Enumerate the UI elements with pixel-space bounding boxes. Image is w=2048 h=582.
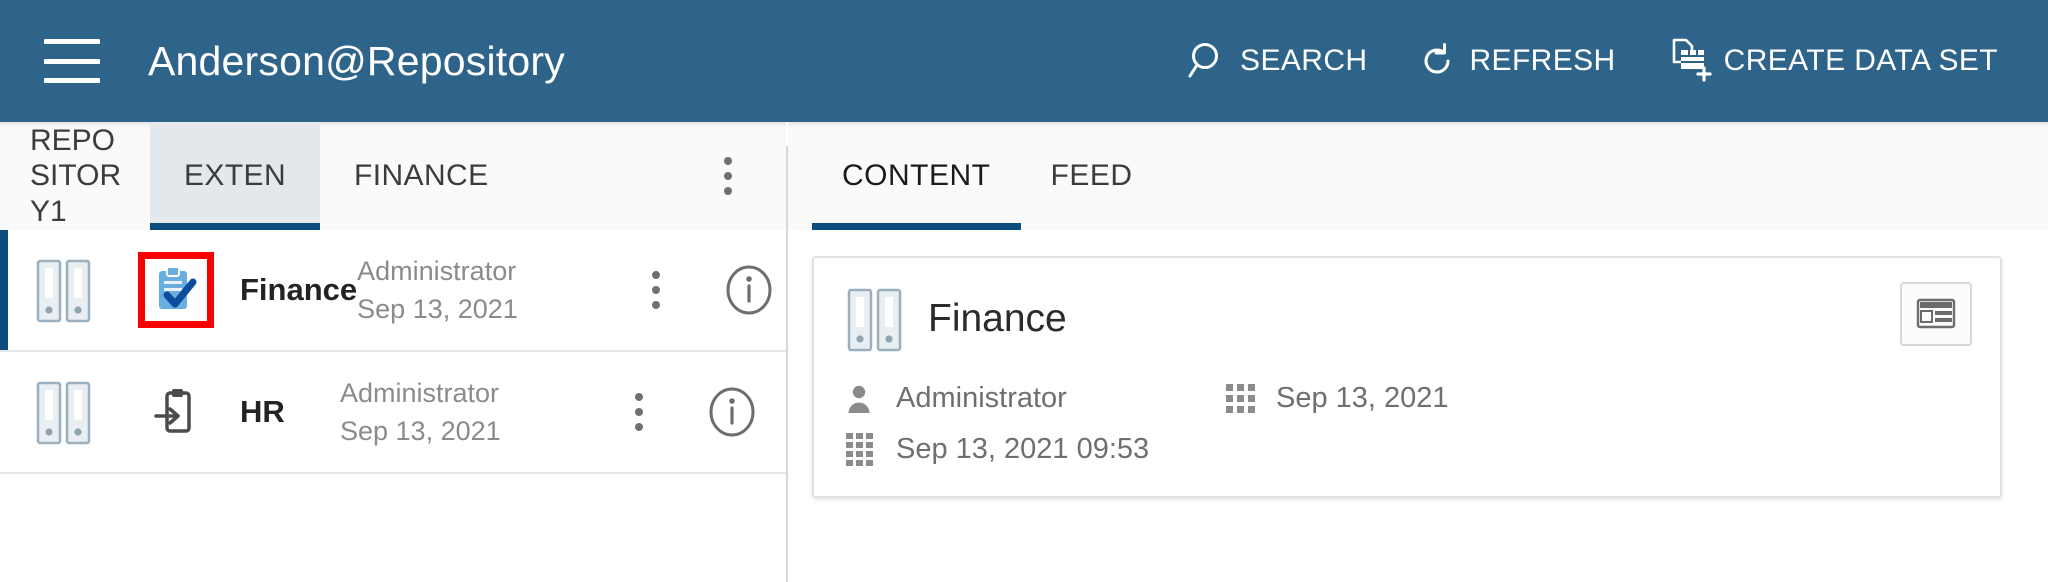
info-circle-icon[interactable] — [695, 262, 803, 318]
row-modified-by: Administrator — [340, 377, 500, 408]
kebab-dot — [635, 393, 643, 401]
search-button-label: SEARCH — [1240, 44, 1368, 77]
detail-card-wrapper: Finance Administrator Sep 13, 2021 Sep 1… — [788, 230, 2048, 498]
refresh-icon — [1415, 39, 1459, 83]
kebab-dot — [635, 408, 643, 416]
row-modified-date: Sep 13, 2021 — [340, 416, 501, 446]
kebab-dot — [724, 157, 732, 165]
row-modified-date: Sep 13, 2021 — [357, 294, 518, 324]
create-data-set-icon — [1664, 36, 1714, 86]
kebab-menu-icon[interactable] — [617, 271, 695, 309]
table-row[interactable]: HR Administrator Sep 13, 2021 — [0, 352, 786, 474]
detail-card: Finance Administrator Sep 13, 2021 Sep 1… — [812, 256, 2002, 498]
calendar-icon — [1226, 384, 1266, 413]
kebab-dot — [635, 423, 643, 431]
clipboard-check-icon — [128, 265, 224, 315]
tabstrip-spacer — [523, 122, 692, 230]
metadata-datetime: Sep 13, 2021 09:53 — [846, 433, 1970, 466]
tab-feed-label: FEED — [1050, 159, 1133, 192]
person-icon — [846, 384, 886, 414]
info-circle-icon[interactable] — [678, 384, 786, 440]
right-panel-tabstrip: CONTENT FEED — [788, 122, 2048, 230]
refresh-button-label: REFRESH — [1469, 44, 1616, 77]
body-split: REPOSITORY1 EXTEN FINANCE Finance Admini… — [0, 122, 2048, 582]
tab-content[interactable]: CONTENT — [812, 122, 1021, 230]
tab-content-label: CONTENT — [842, 159, 991, 192]
app-window: Anderson@Repository SEARCH REFRESH CREAT… — [0, 0, 2048, 582]
hamburger-bar — [44, 78, 100, 83]
metadata-date: Sep 13, 2021 — [1226, 382, 1606, 415]
calendar-icon — [846, 433, 886, 466]
kebab-menu-icon[interactable] — [692, 122, 764, 230]
page-title: Anderson@Repository — [148, 37, 565, 84]
kebab-dot — [652, 286, 661, 294]
hamburger-menu-icon[interactable] — [44, 39, 100, 83]
metadata-date-text: Sep 13, 2021 — [1276, 382, 1449, 414]
kebab-dot — [652, 271, 661, 279]
kebab-dot — [724, 187, 732, 195]
create-data-set-button-label: CREATE DATA SET — [1723, 44, 1998, 77]
detail-card-metadata: Administrator Sep 13, 2021 Sep 13, 2021 … — [846, 382, 1970, 466]
row-metadata: Administrator Sep 13, 2021 — [357, 252, 617, 329]
row-modified-by: Administrator — [357, 255, 517, 286]
search-button[interactable]: SEARCH — [1162, 21, 1391, 101]
tab-finance-label: FINANCE — [354, 159, 489, 192]
metadata-datetime-text: Sep 13, 2021 09:53 — [896, 433, 1150, 465]
detail-card-title: Finance — [928, 297, 1067, 340]
row-metadata: Administrator Sep 13, 2021 — [340, 374, 600, 451]
create-data-set-button[interactable]: CREATE DATA SET — [1640, 21, 2022, 101]
row-name-label: HR — [240, 394, 285, 429]
item-list: Finance Administrator Sep 13, 2021 HR Ad… — [0, 230, 786, 474]
tab-exten[interactable]: EXTEN — [150, 122, 321, 230]
tab-feed[interactable]: FEED — [1021, 122, 1163, 230]
hamburger-bar — [44, 58, 100, 64]
metadata-owner: Administrator — [846, 382, 1226, 415]
app-header: Anderson@Repository SEARCH REFRESH CREAT… — [0, 0, 2048, 122]
header-actions: SEARCH REFRESH CREATE DATA SET — [1162, 21, 2022, 101]
tab-finance[interactable]: FINANCE — [320, 122, 522, 230]
table-properties-icon[interactable] — [1900, 282, 1972, 346]
tab-exten-label: EXTEN — [184, 159, 287, 192]
left-panel: REPOSITORY1 EXTEN FINANCE Finance Admini… — [0, 122, 786, 582]
kebab-dot — [724, 172, 732, 180]
table-row[interactable]: Finance Administrator Sep 13, 2021 — [0, 230, 786, 352]
refresh-button[interactable]: REFRESH — [1391, 21, 1639, 101]
right-panel: CONTENT FEED Finance Administrator Sep 1… — [788, 122, 2048, 582]
search-icon — [1186, 39, 1230, 83]
kebab-menu-icon[interactable] — [600, 393, 678, 431]
binder-icon — [0, 255, 128, 325]
kebab-dot — [652, 301, 661, 309]
binder-icon — [846, 284, 904, 354]
row-name-label: Finance — [240, 272, 358, 307]
metadata-owner-text: Administrator — [896, 382, 1067, 414]
left-panel-tabstrip: REPOSITORY1 EXTEN FINANCE — [0, 122, 786, 230]
breadcrumb[interactable]: REPOSITORY1 — [0, 122, 150, 230]
clipboard-import-icon — [128, 386, 224, 438]
hamburger-bar — [44, 39, 100, 44]
binder-icon — [0, 377, 128, 447]
detail-card-header: Finance — [846, 284, 1970, 354]
